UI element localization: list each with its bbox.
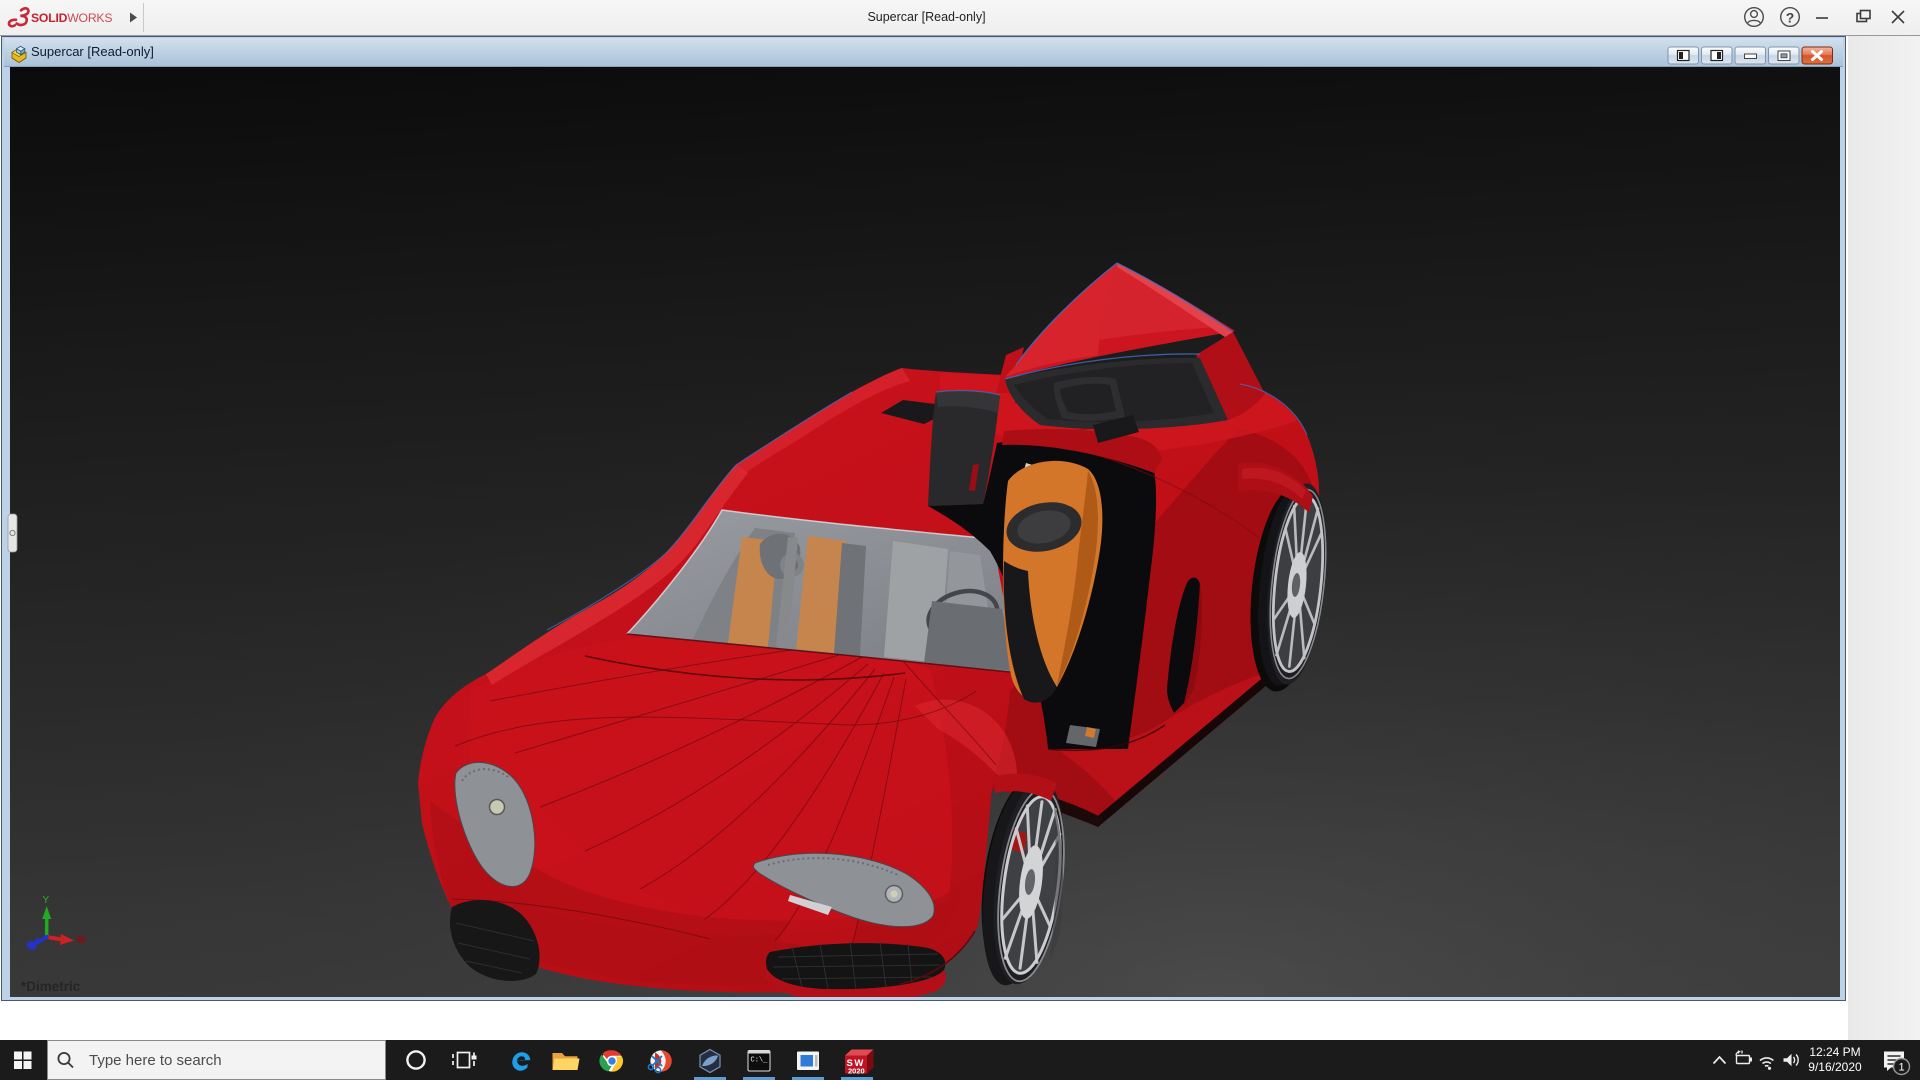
svg-text:2020: 2020 (848, 1067, 865, 1076)
svg-text:1: 1 (1898, 1062, 1904, 1074)
svg-text:*Dimetric: *Dimetric (21, 979, 81, 994)
svg-text:C:\_: C:\_ (751, 1057, 769, 1065)
svg-text:Y: Y (43, 895, 50, 906)
